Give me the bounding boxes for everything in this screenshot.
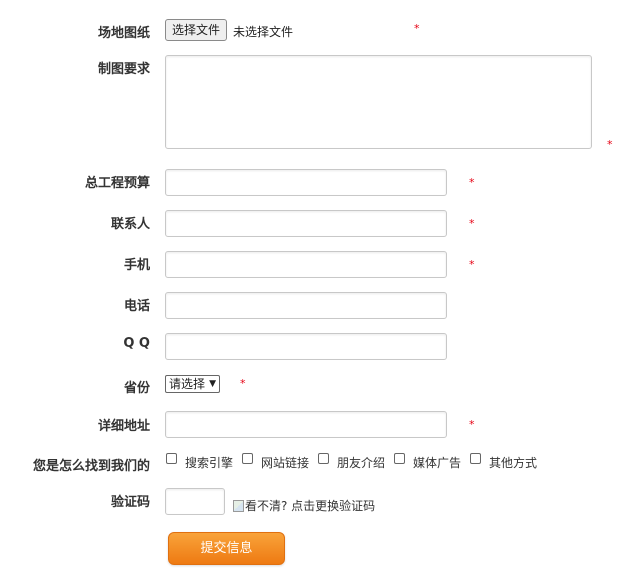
captcha-label: 验证码 — [110, 495, 150, 510]
captcha-image-alt: 看不清? 点击更换验证码 — [245, 499, 376, 513]
file-status-text: 未选择文件 — [233, 25, 294, 39]
required-mark: * — [469, 217, 475, 230]
required-mark: * — [607, 138, 613, 151]
source-checkbox[interactable] — [166, 453, 177, 464]
source-option-label: 其他方式 — [489, 456, 538, 470]
province-label: 省份 — [123, 381, 150, 396]
required-mark: * — [414, 22, 420, 35]
drawing-requirements-textarea[interactable] — [165, 55, 592, 149]
address-input[interactable] — [165, 411, 447, 438]
mobile-input[interactable] — [165, 251, 447, 278]
required-mark: * — [469, 176, 475, 189]
budget-input[interactable] — [165, 169, 447, 196]
required-mark: * — [469, 258, 475, 271]
phone-label: 电话 — [123, 299, 150, 314]
source-checkbox[interactable] — [470, 453, 481, 464]
contact-input[interactable] — [165, 210, 447, 237]
phone-input[interactable] — [165, 292, 447, 319]
budget-label: 总工程预算 — [84, 176, 150, 191]
required-mark: * — [469, 418, 475, 431]
source-checkbox[interactable] — [318, 453, 329, 464]
broken-image-icon — [233, 500, 244, 512]
source-checkbox[interactable] — [242, 453, 253, 464]
source-checkbox[interactable] — [394, 453, 405, 464]
source-label: 您是怎么找到我们的 — [32, 459, 150, 474]
source-option-label: 朋友介绍 — [337, 456, 386, 470]
drawing-requirements-label: 制图要求 — [97, 62, 150, 77]
required-mark: * — [240, 377, 246, 390]
qq-label: Q Q — [123, 336, 150, 351]
source-option-label: 网站链接 — [261, 456, 310, 470]
source-option-label: 搜索引擎 — [185, 456, 234, 470]
contact-label: 联系人 — [110, 217, 150, 232]
captcha-input[interactable] — [165, 488, 225, 515]
source-option-label: 媒体广告 — [413, 456, 462, 470]
mobile-label: 手机 — [123, 258, 150, 273]
chevron-down-icon: ▼ — [209, 379, 217, 389]
address-label: 详细地址 — [97, 419, 150, 434]
province-selected-value: 请选择 — [169, 377, 206, 391]
qq-input[interactable] — [165, 333, 447, 360]
province-select[interactable]: 请选择 ▼ — [165, 375, 221, 393]
submit-button[interactable]: 提交信息 — [168, 532, 285, 565]
site-drawing-label: 场地图纸 — [97, 26, 150, 41]
captcha-image[interactable]: 看不清? 点击更换验证码 — [233, 497, 375, 514]
choose-file-button[interactable]: 选择文件 — [165, 19, 228, 41]
